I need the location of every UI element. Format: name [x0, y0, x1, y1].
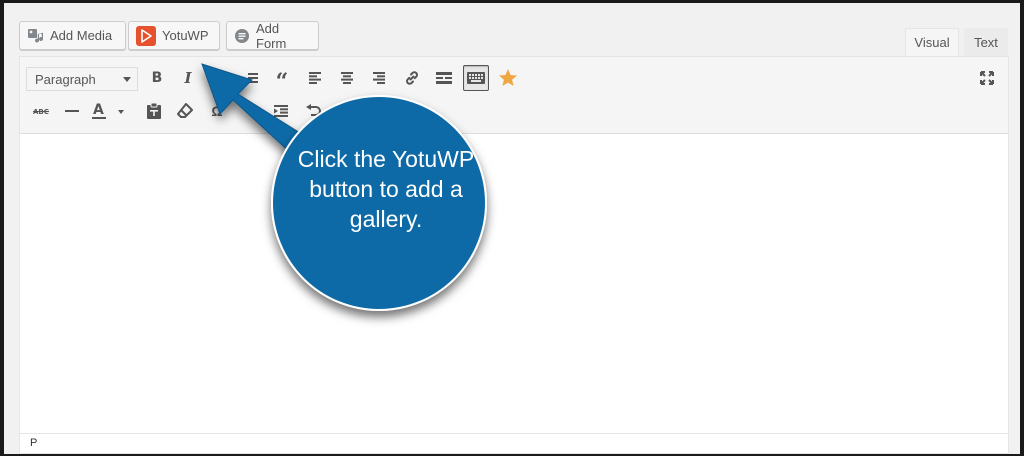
link-button[interactable] — [399, 65, 425, 91]
clear-formatting-icon — [177, 103, 193, 118]
bold-icon: B — [151, 70, 163, 86]
blockquote-button[interactable]: “ — [269, 65, 295, 95]
callout-text: Click the YotuWP button to add a gallery… — [297, 146, 475, 232]
toolbar-toggle-button[interactable] — [463, 65, 489, 91]
italic-button[interactable]: I — [175, 65, 201, 91]
bulleted-list-icon — [212, 72, 226, 84]
chevron-down-icon — [123, 76, 131, 82]
align-center-icon — [341, 72, 353, 84]
indent-button[interactable] — [268, 98, 294, 124]
indent-icon — [274, 105, 288, 117]
numbered-list-button[interactable] — [238, 65, 264, 91]
media-icon — [27, 28, 44, 44]
add-form-button[interactable]: Add Form — [226, 20, 319, 51]
align-right-button[interactable] — [366, 65, 392, 91]
bold-button[interactable]: B — [144, 65, 170, 91]
format-select-value: Paragraph — [35, 71, 96, 87]
horizontal-line-button[interactable] — [59, 98, 85, 124]
yotuwp-button[interactable]: YotuWP — [128, 21, 220, 50]
special-character-button[interactable]: Ω — [204, 98, 230, 124]
element-path[interactable]: P — [30, 437, 37, 449]
fullscreen-button[interactable] — [974, 65, 1000, 91]
toolbar-row-2: ABC A — [20, 97, 1008, 127]
read-more-button[interactable] — [431, 65, 457, 91]
form-icon — [234, 28, 250, 44]
text-color-button[interactable]: A — [92, 98, 132, 124]
strikethrough-abc-icon: ABC — [33, 108, 49, 116]
align-center-button[interactable] — [334, 65, 360, 91]
star-icon — [499, 69, 517, 86]
undo-button[interactable] — [300, 98, 326, 124]
clear-formatting-button[interactable] — [172, 98, 198, 124]
yotuwp-label: YotuWP — [162, 28, 209, 43]
align-right-icon — [373, 72, 385, 84]
special-character-icon: Ω — [211, 103, 223, 119]
editor-frame: Add Media YotuWP Add Form Visual Text Pa… — [4, 3, 1020, 454]
editor-content-area[interactable] — [20, 134, 1008, 434]
add-media-button[interactable]: Add Media — [19, 21, 126, 50]
tab-text[interactable]: Text — [964, 28, 1008, 57]
toolbar-row-1: Paragraph B I “ — [20, 64, 1008, 94]
tab-visual[interactable]: Visual — [905, 28, 959, 57]
text-color-icon: A — [92, 102, 124, 119]
paste-text-icon — [147, 103, 161, 119]
undo-icon — [306, 104, 321, 116]
paste-text-button[interactable] — [141, 98, 167, 124]
favorite-button[interactable] — [495, 65, 521, 91]
yotuwp-play-icon — [136, 25, 156, 46]
numbered-list-icon — [248, 73, 258, 83]
blockquote-icon: “ — [275, 69, 289, 95]
fullscreen-icon — [980, 71, 994, 85]
align-left-icon — [309, 72, 321, 84]
add-media-label: Add Media — [50, 28, 113, 43]
horizontal-line-icon — [65, 110, 79, 112]
editor-status-bar: P — [20, 433, 1008, 453]
link-icon — [406, 71, 418, 85]
read-more-icon — [436, 72, 452, 84]
format-select[interactable]: Paragraph — [26, 67, 138, 91]
strikethrough-button[interactable]: ABC — [28, 98, 54, 124]
italic-icon: I — [184, 69, 192, 87]
keyboard-icon — [467, 72, 485, 84]
bulleted-list-button[interactable] — [206, 65, 232, 91]
editor-box: Paragraph B I “ A Ω P — [19, 56, 1009, 454]
align-left-button[interactable] — [302, 65, 328, 91]
editor-toolbar: Paragraph B I “ A Ω — [20, 57, 1008, 134]
add-form-label: Add Form — [256, 20, 287, 51]
svg-text:A: A — [93, 102, 104, 118]
